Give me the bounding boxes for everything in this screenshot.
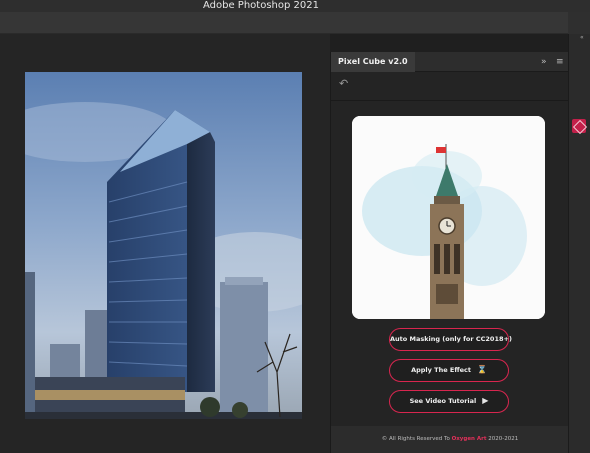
title-bar: Adobe Photoshop 2021: [0, 0, 590, 12]
pixel-cube-plugin-icon[interactable]: [572, 119, 586, 133]
panel-tab[interactable]: Pixel Cube v2.0: [331, 52, 415, 72]
back-icon[interactable]: ↶: [339, 78, 353, 90]
panel-menu-icon[interactable]: ≡: [556, 56, 564, 68]
preview-thumbnail: [352, 116, 545, 319]
auto-masking-button[interactable]: Auto Masking (only for CC2018+): [389, 328, 512, 351]
video-tutorial-label: See Video Tutorial: [409, 397, 477, 405]
auto-masking-label: Auto Masking (only for CC2018+): [390, 335, 512, 343]
panel-header: Pixel Cube v2.0 » ≡: [331, 52, 569, 72]
hourglass-icon: ⌛: [476, 365, 487, 374]
pixel-cube-panel: Pixel Cube v2.0 » ≡ ↶ Auto Masking (only…: [330, 52, 569, 453]
apply-effect-label: Apply The Effect: [411, 366, 471, 374]
video-tutorial-button[interactable]: See Video Tutorial ▶: [389, 390, 509, 413]
play-icon: ▶: [482, 396, 489, 405]
apply-effect-button[interactable]: Apply The Effect ⌛: [389, 359, 509, 382]
copyright-years: 2020-2021: [488, 436, 519, 442]
panel-divider: [331, 100, 569, 101]
collapsed-panel-dock: [568, 34, 590, 453]
expand-icon[interactable]: »: [541, 56, 547, 68]
panel-dock-top: [568, 12, 590, 34]
options-bar: [0, 12, 568, 34]
collapse-icon[interactable]: «: [580, 35, 584, 41]
copyright-text: © All Rights Reserved To: [381, 436, 450, 442]
document-image[interactable]: [25, 72, 302, 419]
panel-footer: © All Rights Reserved To Oxygen Art 2020…: [331, 426, 569, 453]
app-title: Adobe Photoshop 2021: [203, 0, 319, 11]
brand-link[interactable]: Oxygen Art: [452, 436, 487, 442]
